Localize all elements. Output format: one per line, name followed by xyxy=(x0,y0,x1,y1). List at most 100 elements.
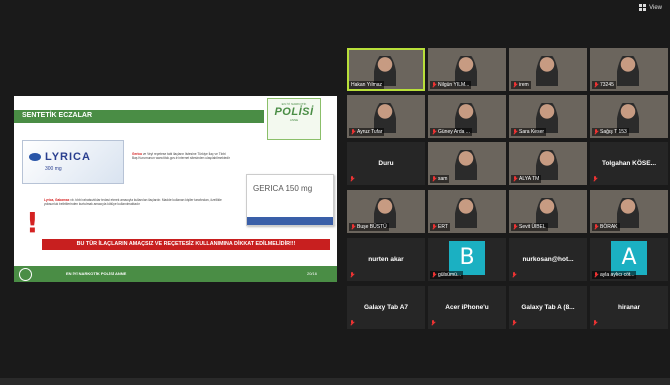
participant-label: sam xyxy=(430,175,450,183)
participant-tile-video[interactable]: Sağış T 153 xyxy=(590,95,668,138)
brand-logo-icon xyxy=(29,153,41,161)
mic-muted-icon xyxy=(432,224,436,230)
meeting-top-bar: View xyxy=(0,0,670,22)
participant-tile-avatar[interactable]: B gülsümü... xyxy=(428,238,506,281)
mic-muted-icon xyxy=(432,272,436,278)
avatar: A xyxy=(611,241,647,275)
participant-tile-video[interactable]: irem xyxy=(509,48,587,91)
mic-muted-icon xyxy=(513,224,517,230)
participant-tile-avatar[interactable]: A ayla aylıcı cöt... xyxy=(590,238,668,281)
mic-muted-icon xyxy=(350,272,354,278)
slide-header: SENTETİK ECZALAR EN İYİ NARKOTİK POLİSİ … xyxy=(14,96,337,140)
participant-label: Hakan Yılmaz xyxy=(349,81,385,89)
para2-text: vb. tıbbi rahatsızlıklar tedavi etmek am… xyxy=(44,198,222,207)
participant-name: ayla aylıcı cöt... xyxy=(600,272,635,278)
participant-label: Sara Keser xyxy=(511,128,547,136)
view-label: View xyxy=(649,4,662,11)
participant-name: Tolgahan KÖSE... xyxy=(601,160,657,167)
mic-muted-icon xyxy=(351,129,355,135)
slide-footer-text: EN İYİ NARKOTİK POLİSİ ANNE xyxy=(66,271,127,276)
participant-name: Buşe BÜSTÜ xyxy=(357,224,387,230)
participant-tile-name[interactable]: Duru xyxy=(347,142,425,185)
participant-tile-video[interactable]: Nilgün YILM... xyxy=(428,48,506,91)
participant-tile-video[interactable]: ALYA TM xyxy=(509,142,587,185)
participant-name: 73245 xyxy=(600,82,614,88)
view-button[interactable]: View xyxy=(639,4,662,11)
participant-tile-video[interactable]: Sevit ÜlBEL xyxy=(509,190,587,233)
participant-tile-video[interactable]: Buşe BÜSTÜ xyxy=(347,190,425,233)
lyrica-box-image: LYRICA 300 mg xyxy=(22,140,124,184)
mic-muted-icon xyxy=(350,176,354,182)
participant-name: Duru xyxy=(378,160,394,167)
participant-video-image xyxy=(536,56,558,86)
participant-tile-video[interactable]: Güney Arda ... xyxy=(428,95,506,138)
mic-muted-icon xyxy=(432,129,436,135)
gerica-name: GERICA 150 mg xyxy=(253,184,313,193)
participant-tile-name[interactable]: Galaxy Tab A (8... xyxy=(509,286,587,329)
participant-label: Sağış T 153 xyxy=(592,128,629,136)
grid-icon xyxy=(639,4,647,11)
participant-name: Sara Keser xyxy=(519,129,545,135)
participant-name: Galaxy Tab A (8... xyxy=(521,304,575,311)
participant-tile-name[interactable]: Galaxy Tab A7 xyxy=(347,286,425,329)
participant-tile-video[interactable]: Sara Keser xyxy=(509,95,587,138)
mic-muted-icon xyxy=(512,272,516,278)
mic-muted-icon xyxy=(594,224,598,230)
participant-name: sam xyxy=(438,176,448,182)
participant-name: hiranar xyxy=(617,304,641,311)
participant-name: Galaxy Tab A7 xyxy=(363,304,409,311)
mic-muted-icon xyxy=(594,82,598,88)
exclamation-icon: ! xyxy=(26,206,39,239)
participant-name: gülsümü... xyxy=(438,272,462,278)
mic-muted-icon xyxy=(593,320,597,326)
participant-tile-name[interactable]: nurten akar xyxy=(347,238,425,281)
participant-tile-name[interactable]: nurkosan@hot... xyxy=(509,238,587,281)
participant-label: BÖRAK xyxy=(592,223,620,231)
participant-tile-video[interactable]: ERT xyxy=(428,190,506,233)
participant-tile-video[interactable]: sam xyxy=(428,142,506,185)
participant-video-image xyxy=(455,198,477,228)
participant-label: Nilgün YILM... xyxy=(430,81,472,89)
participant-tile-name[interactable]: hiranar xyxy=(590,286,668,329)
logo-sub-text: ANNE xyxy=(289,118,299,122)
participant-video-image xyxy=(617,56,639,86)
participant-label: irem xyxy=(511,81,531,89)
participant-tile-video[interactable]: 73245 xyxy=(590,48,668,91)
mic-muted-icon xyxy=(431,320,435,326)
slide-footer: EN İYİ NARKOTİK POLİSİ ANNE 20/16 xyxy=(14,266,337,282)
warning-banner: BU TÜR İLAÇLARIN AMAÇSIZ VE REÇETESİZ KU… xyxy=(42,239,330,250)
participant-tile-video[interactable]: Ayruz Tufar xyxy=(347,95,425,138)
gerica-strip xyxy=(247,217,333,225)
slide-paragraph-2: Lyrica, Gabamax vb. tıbbi rahatsızlıklar… xyxy=(44,198,234,207)
participant-label: gülsümü... xyxy=(430,271,464,279)
participant-label: ALYA TM xyxy=(511,175,542,183)
para2-lead: Lyrica, Gabamax xyxy=(44,198,70,202)
participant-name: Sevit ÜlBEL xyxy=(519,224,546,230)
bottom-edge xyxy=(0,378,670,385)
mic-muted-icon xyxy=(351,224,355,230)
mic-muted-icon xyxy=(513,129,517,135)
participant-label: Buşe BÜSTÜ xyxy=(349,223,389,231)
participant-label: Güney Arda ... xyxy=(430,128,472,136)
participant-video-image xyxy=(455,150,477,180)
participant-tile-video[interactable]: BÖRAK xyxy=(590,190,668,233)
slide-page-number: 20/16 xyxy=(306,271,317,276)
mic-muted-icon xyxy=(350,320,354,326)
lyrica-name: LYRICA xyxy=(45,151,91,163)
avatar: B xyxy=(449,241,485,275)
participant-name: Sağış T 153 xyxy=(600,129,627,135)
participant-tile-video[interactable]: Hakan Yılmaz xyxy=(347,48,425,91)
participant-name: Ayruz Tufar xyxy=(357,129,383,135)
mic-muted-icon xyxy=(432,82,436,88)
participant-tile-name[interactable]: Tolgahan KÖSE... xyxy=(590,142,668,185)
participant-name: ALYA TM xyxy=(519,176,540,182)
mic-muted-icon xyxy=(513,176,517,182)
participant-name: Hakan Yılmaz xyxy=(351,82,383,88)
mic-muted-icon xyxy=(512,320,516,326)
participant-label: 73245 xyxy=(592,81,616,89)
slide-paragraph-1: Gerica ve Veyl reçetese tabi ilaçların l… xyxy=(132,152,232,161)
shared-screen-slide: SENTETİK ECZALAR EN İYİ NARKOTİK POLİSİ … xyxy=(14,96,337,282)
participant-name: irem xyxy=(519,82,529,88)
participant-label: ayla aylıcı cöt... xyxy=(592,271,637,279)
participant-tile-name[interactable]: Acer iPhone'u xyxy=(428,286,506,329)
